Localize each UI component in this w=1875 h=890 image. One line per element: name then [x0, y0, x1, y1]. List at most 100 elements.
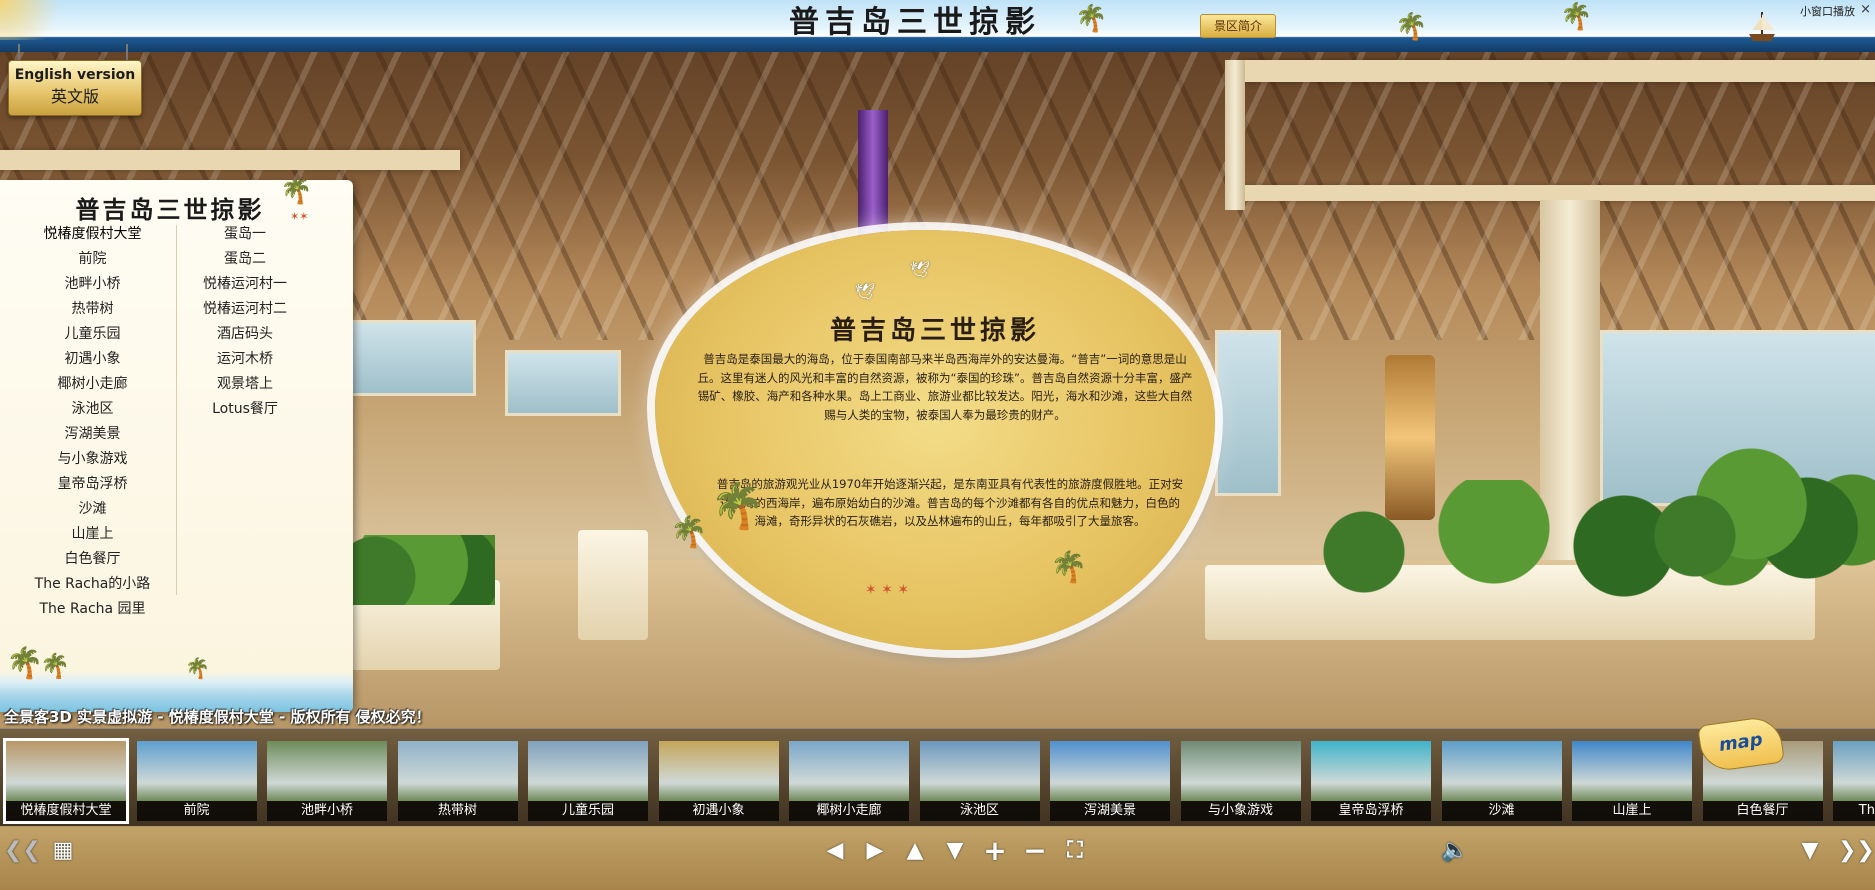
- thumbnail-image: [789, 741, 909, 801]
- thumbnail-image: [1180, 741, 1301, 801]
- scene-thumbnail[interactable]: 儿童乐园: [528, 741, 648, 821]
- banner-title: 普吉岛三世掠影: [789, 5, 1041, 40]
- plants: [1650, 440, 1875, 600]
- zoom-out-icon[interactable]: −: [1020, 836, 1050, 866]
- scene-thumbnail[interactable]: 泳池区: [919, 741, 1040, 821]
- plants: [345, 535, 495, 605]
- english-version-button[interactable]: English version 英文版: [8, 60, 142, 116]
- thumbnail-image: [1050, 741, 1170, 801]
- window: [350, 320, 476, 396]
- scene-link[interactable]: 蛋岛二: [180, 247, 310, 272]
- column-divider: [176, 225, 177, 595]
- scene-link[interactable]: 皇帝岛浮桥: [10, 472, 175, 497]
- scene-link[interactable]: 儿童乐园: [10, 322, 175, 347]
- scene-thumbnail[interactable]: 皇帝岛浮桥: [1311, 741, 1431, 821]
- previous-page-icon[interactable]: ❮❮: [4, 836, 41, 866]
- scene-list-panel: 普吉岛三世掠影 🌴 ✶✶ 悦椿度假村大堂 前院 池畔小桥 热带树 儿童乐园 初遇小象 椰树小…: [0, 180, 353, 712]
- sun-decoration: [0, 0, 60, 40]
- scene-thumbnail[interactable]: 山崖上: [1572, 741, 1692, 821]
- thumbnail-image: [397, 741, 518, 801]
- scene-link[interactable]: 泳池区: [10, 397, 175, 422]
- pan-left-icon[interactable]: ◀: [820, 836, 850, 866]
- scene-thumbnail[interactable]: 沙滩: [1441, 741, 1562, 821]
- thumbnail-label: 皇帝岛浮桥: [1311, 801, 1431, 821]
- scene-link[interactable]: 山崖上: [10, 522, 175, 547]
- ship-icon: [1749, 12, 1775, 41]
- thumbnail-image: [658, 741, 779, 801]
- english-label: English version: [14, 67, 136, 83]
- grid-view-icon[interactable]: ▦: [48, 836, 78, 866]
- scene-link[interactable]: The Racha的小路: [10, 572, 175, 597]
- scene-thumbnail[interactable]: 悦椿度假村大堂: [3, 738, 129, 824]
- scene-link[interactable]: 蛋岛一: [180, 222, 310, 247]
- scene-thumbnail[interactable]: 初遇小象: [658, 741, 779, 821]
- control-bar: ❮❮ ▦ ◀ ▶ ▲ ▼ + − ⛶ 🔈 ▼ ❯❯: [0, 826, 1875, 890]
- thumbnail-image: [1572, 741, 1692, 801]
- thumbnail-image: [1311, 741, 1431, 801]
- scene-thumbnail[interactable]: 前院: [136, 741, 257, 821]
- thumbnail-image: [528, 741, 648, 801]
- scene-link[interactable]: 热带树: [10, 297, 175, 322]
- fullscreen-icon[interactable]: ⛶: [1060, 836, 1090, 866]
- scene-link[interactable]: 初遇小象: [10, 347, 175, 372]
- palm-icon: 🌴: [670, 515, 708, 550]
- scene-link[interactable]: 前院: [10, 247, 175, 272]
- scene-link[interactable]: 沙滩: [10, 497, 175, 522]
- thumbnail-label: 悦椿度假村大堂: [6, 801, 126, 821]
- palm-icon: 🌴: [185, 656, 210, 680]
- next-page-icon[interactable]: ❯❯: [1838, 836, 1875, 866]
- scene-link[interactable]: 悦椿运河村一: [180, 272, 310, 297]
- panel-title: 普吉岛三世掠影: [75, 195, 265, 224]
- scene-column-right: 蛋岛一 蛋岛二 悦椿运河村一 悦椿运河村二 酒店码头 运河木桥 观景塔上 Lotus餐厅: [180, 222, 310, 422]
- scene-link[interactable]: 椰树小走廊: [10, 372, 175, 397]
- scene-link[interactable]: 泻湖美景: [10, 422, 175, 447]
- palm-icon: 🌴: [710, 481, 765, 532]
- pan-right-icon[interactable]: ▶: [860, 836, 890, 866]
- scene-column-left: 悦椿度假村大堂 前院 池畔小桥 热带树 儿童乐园 初遇小象 椰树小走廊 泳池区 泻湖美景 与小象游…: [10, 222, 175, 622]
- sound-icon[interactable]: 🔈: [1440, 836, 1470, 866]
- scene-link[interactable]: 悦椿度假村大堂: [10, 222, 175, 247]
- scene-link[interactable]: 运河木桥: [180, 347, 310, 372]
- thumbnail-label: 前院: [136, 801, 257, 821]
- thumbnail-label: 白色餐厅: [1702, 801, 1823, 821]
- pan-down-icon[interactable]: ▼: [940, 836, 970, 866]
- scene-link[interactable]: 悦椿运河村二: [180, 297, 310, 322]
- floor-lamp: [1385, 355, 1435, 520]
- scene-link[interactable]: 与小象游戏: [10, 447, 175, 472]
- beach-decoration: 🌴 🌴 🌴: [0, 644, 353, 712]
- scene-link[interactable]: The Racha 园里: [10, 597, 175, 622]
- small-window-play-button[interactable]: 小窗口播放: [1800, 3, 1855, 19]
- scene-thumbnail[interactable]: The Racha: [1833, 741, 1875, 821]
- chain: [18, 44, 20, 60]
- chain: [126, 44, 128, 60]
- scene-link[interactable]: 观景塔上: [180, 372, 310, 397]
- thumbnail-image: [136, 741, 257, 801]
- scene-thumbnail[interactable]: 泻湖美景: [1050, 741, 1170, 821]
- palm-icon: 🌴: [1075, 4, 1108, 34]
- palm-icon: 🌴: [1560, 2, 1593, 32]
- thumbnail-label: 山崖上: [1572, 801, 1692, 821]
- scene-thumbnail[interactable]: 热带树: [397, 741, 518, 821]
- thumbnail-label: 沙滩: [1441, 801, 1562, 821]
- pan-up-icon[interactable]: ▲: [900, 836, 930, 866]
- scene-link[interactable]: Lotus餐厅: [180, 397, 310, 422]
- thumbnail-label: 与小象游戏: [1180, 801, 1301, 821]
- scene-link[interactable]: 池畔小桥: [10, 272, 175, 297]
- palm-icon: 🌴: [280, 180, 313, 206]
- seagull-icon: 🕊: [855, 282, 876, 301]
- thumbnail-label: 儿童乐园: [528, 801, 648, 821]
- thumbnail-label: 池畔小桥: [267, 801, 387, 821]
- scene-thumbnail[interactable]: 池畔小桥: [267, 741, 387, 821]
- chinese-label: 英文版: [50, 87, 99, 106]
- scene-thumbnail[interactable]: 与小象游戏: [1180, 741, 1301, 821]
- window: [1215, 330, 1281, 496]
- scene-thumbnail-strip: 悦椿度假村大堂 前院 池畔小桥 热带树 儿童乐园 初遇小象 椰树小走廊 泳池区 泻湖美景 与小象游…: [0, 728, 1875, 827]
- close-icon[interactable]: ×: [1860, 2, 1871, 17]
- scene-link[interactable]: 酒店码头: [180, 322, 310, 347]
- thumbnail-label: 热带树: [397, 801, 518, 821]
- scenic-intro-button[interactable]: 景区简介: [1200, 14, 1276, 38]
- scene-link[interactable]: 白色餐厅: [10, 547, 175, 572]
- collapse-strip-icon[interactable]: ▼: [1795, 836, 1825, 866]
- scene-thumbnail[interactable]: 椰树小走廊: [789, 741, 909, 821]
- zoom-in-icon[interactable]: +: [980, 836, 1010, 866]
